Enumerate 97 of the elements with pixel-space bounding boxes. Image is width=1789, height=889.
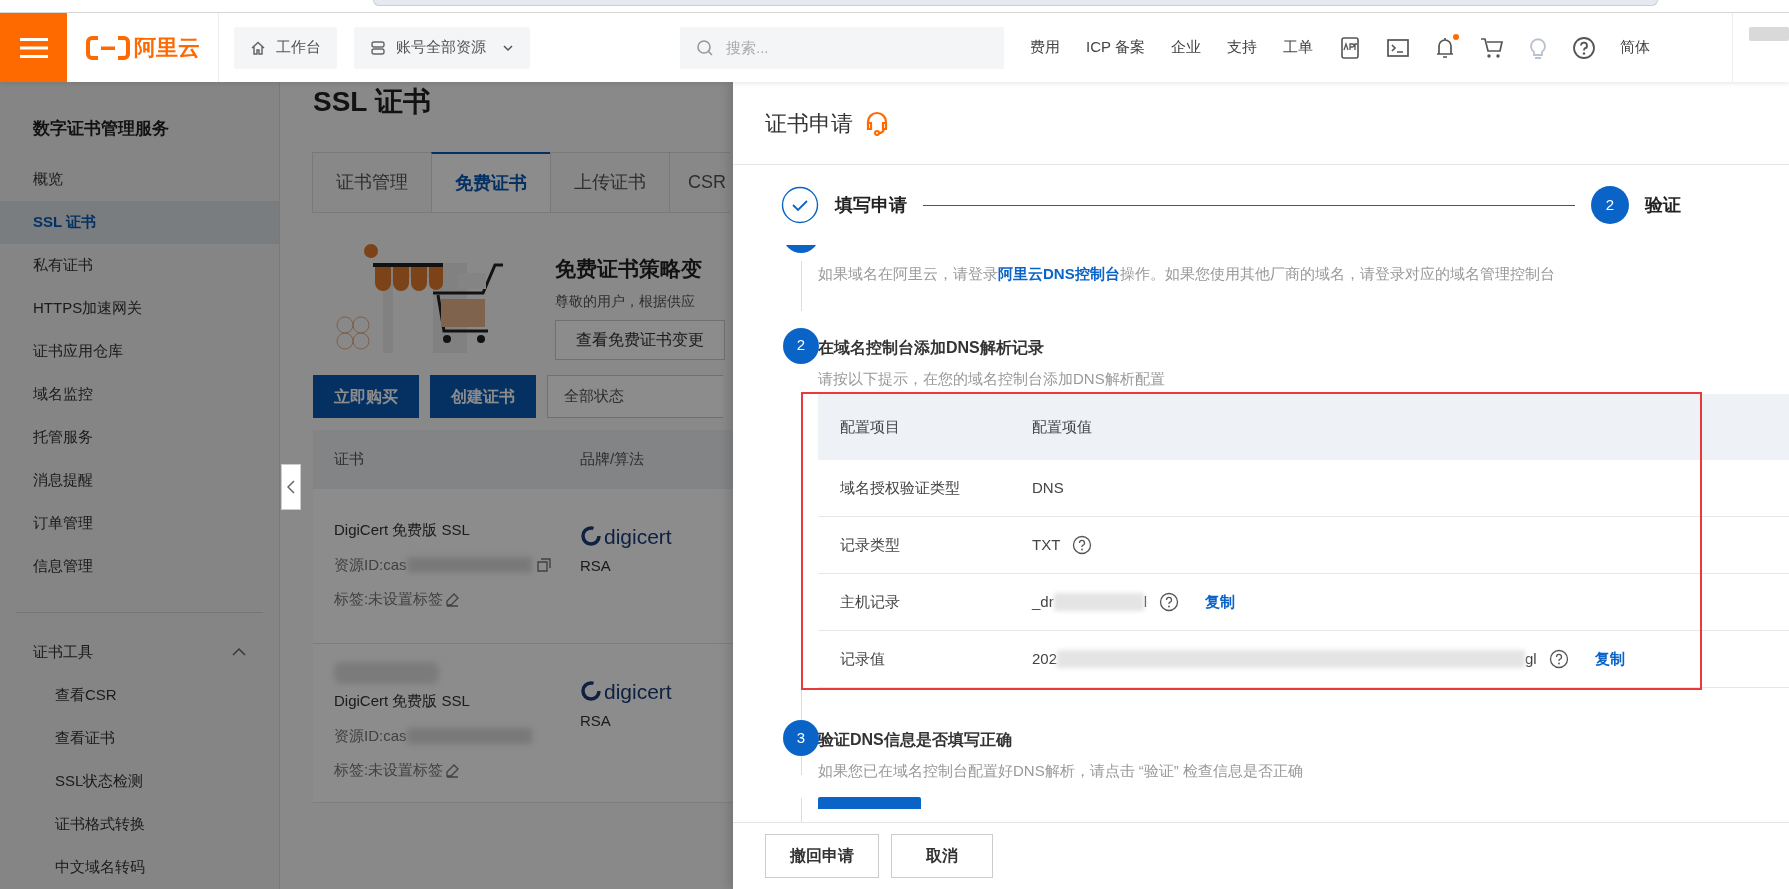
step-number: 3	[783, 720, 819, 756]
page-title: SSL 证书	[313, 85, 431, 119]
search-icon	[696, 38, 714, 57]
tab[interactable]: 证书管理	[312, 152, 432, 213]
help-icon[interactable]	[1571, 35, 1596, 60]
menu-icon	[19, 36, 48, 59]
tab[interactable]: 上传证书	[550, 152, 670, 213]
edit-icon[interactable]	[445, 591, 461, 607]
brand-logo: digicert	[580, 525, 672, 547]
record-value-end: l	[1143, 591, 1148, 612]
sidebar-item[interactable]: 域名监控	[0, 372, 279, 416]
table-cell-text: 记录值	[839, 648, 886, 669]
sidebar-item[interactable]: 托管服务	[0, 415, 279, 459]
sidebar-subitem[interactable]: 证书格式转换	[33, 802, 261, 846]
cart-icon[interactable]	[1479, 36, 1504, 59]
collapse-handle[interactable]	[281, 464, 301, 510]
step-description: 请按以下提示，在您的域名控制台添加DNS解析配置	[818, 368, 1166, 389]
sidebar-item[interactable]: 订单管理	[0, 501, 279, 545]
column-header: 配置项目	[839, 416, 901, 437]
workbench-button[interactable]: 工作台	[234, 26, 337, 69]
notice-button[interactable]: 查看免费证书变更	[555, 319, 725, 360]
notice-text: 尊敬的用户，根据供应	[555, 291, 696, 311]
drawer-title: 证书申请	[765, 109, 853, 138]
sidebar-item[interactable]: 概览	[0, 157, 279, 201]
sidebar-title: 数字证书管理服务	[33, 118, 170, 140]
tag-text: 标签:未设置标签	[334, 589, 444, 609]
instruction-text: 如果域名在阿里云，请登录阿里云DNS控制台操作。如果您使用其他厂商的域名，请登录对应的域名管理控制台	[818, 264, 1556, 284]
sidebar-item[interactable]: 信息管理	[0, 544, 279, 588]
nav-link[interactable]: 费用	[1030, 36, 1060, 59]
stack-icon	[370, 39, 386, 56]
sidebar-item[interactable]: 消息提醒	[0, 458, 279, 502]
nav-link[interactable]: ICP 备案	[1086, 36, 1145, 59]
verify-button[interactable]	[818, 796, 921, 809]
tab[interactable]: CSR	[669, 152, 730, 213]
action-button[interactable]: 创建证书	[430, 375, 536, 418]
step-label: 填写申请	[835, 193, 907, 217]
sidebar-subitem[interactable]: 中文域名转码	[33, 845, 261, 889]
sidebar-subitem[interactable]: 查看证书	[33, 716, 261, 760]
footer-button[interactable]: 取消	[891, 834, 993, 878]
copy-link[interactable]: 复制	[1205, 590, 1236, 614]
table-cell-text: 主机记录	[839, 591, 901, 612]
edit-icon[interactable]	[445, 762, 461, 778]
certificate-name: DigiCert 免费版 SSL	[334, 520, 471, 540]
record-value: _dr	[1032, 591, 1054, 612]
chevron-left-icon	[287, 480, 295, 494]
home-icon	[250, 39, 266, 56]
nav-link[interactable]: 企业	[1170, 36, 1201, 59]
record-value: TXT	[1032, 534, 1061, 555]
search-field[interactable]: 搜索...	[680, 26, 1004, 69]
help-icon[interactable]	[1548, 649, 1569, 669]
sidebar-item[interactable]: SSL 证书	[0, 200, 279, 244]
record-value: 202	[1032, 648, 1058, 669]
dns-console-link[interactable]: 阿里云DNS控制台	[998, 265, 1120, 282]
footer-button[interactable]: 撤回申请	[765, 834, 879, 878]
resource-id: 资源ID:cas	[334, 554, 407, 575]
tag-text: 标签:未设置标签	[334, 760, 444, 780]
logo-icon	[85, 34, 130, 61]
tab[interactable]: 免费证书	[431, 152, 551, 213]
resource-id: 资源ID:cas	[334, 725, 407, 746]
step-title: 验证DNS信息是否填写正确	[818, 730, 1013, 750]
sidebar-subitem[interactable]: 查看CSR	[33, 673, 261, 717]
step-label: 验证	[1645, 193, 1681, 217]
brand-logo: digicert	[580, 680, 672, 702]
algorithm-text: RSA	[580, 556, 612, 576]
table-cell-text: 域名授权验证类型	[839, 477, 961, 498]
status-select[interactable]: 全部状态	[547, 375, 723, 418]
menu-button[interactable]	[0, 13, 67, 82]
column-header: 证书	[333, 449, 365, 470]
table-cell-text: 记录类型	[839, 534, 901, 555]
sidebar-item[interactable]: 证书应用仓库	[0, 329, 279, 373]
sidebar-subitem[interactable]: SSL状态检测	[33, 759, 261, 803]
ring-icon	[580, 680, 602, 702]
step-number: 2	[783, 327, 819, 364]
ring-icon	[580, 525, 602, 547]
nav-link[interactable]: 工单	[1282, 36, 1313, 59]
step-description: 如果您已在域名控制台配置好DNS解析，请点击 “验证” 检查信息是否正确	[818, 761, 1304, 781]
step-number: 2	[1591, 186, 1629, 224]
sidebar-item[interactable]: 私有证书	[0, 243, 279, 287]
sidebar-group-label: 证书工具	[33, 641, 93, 662]
resource-dropdown[interactable]: 账号全部资源	[354, 26, 530, 69]
notice-title: 免费证书策略变	[555, 256, 703, 282]
step-title: 在域名控制台添加DNS解析记录	[818, 337, 1045, 358]
terminal-icon[interactable]	[1385, 36, 1410, 59]
column-header: 配置项值	[1032, 416, 1092, 437]
certificate-name: DigiCert 免费版 SSL	[334, 691, 471, 711]
chevron-up-icon[interactable]	[231, 647, 247, 657]
record-value: DNS	[1032, 477, 1064, 498]
language-link[interactable]: 简体	[1619, 36, 1650, 59]
algorithm-text: RSA	[580, 711, 612, 731]
help-icon[interactable]	[1072, 535, 1093, 555]
nav-link[interactable]: 支持	[1226, 36, 1257, 59]
copy-link[interactable]: 复制	[1594, 647, 1625, 671]
action-button[interactable]: 立即购买	[313, 375, 419, 418]
column-header: 品牌/算法	[580, 449, 645, 470]
record-value-end: gl	[1525, 648, 1537, 669]
sidebar-item[interactable]: HTTPS加速网关	[0, 286, 279, 330]
help-icon[interactable]	[1159, 592, 1180, 612]
